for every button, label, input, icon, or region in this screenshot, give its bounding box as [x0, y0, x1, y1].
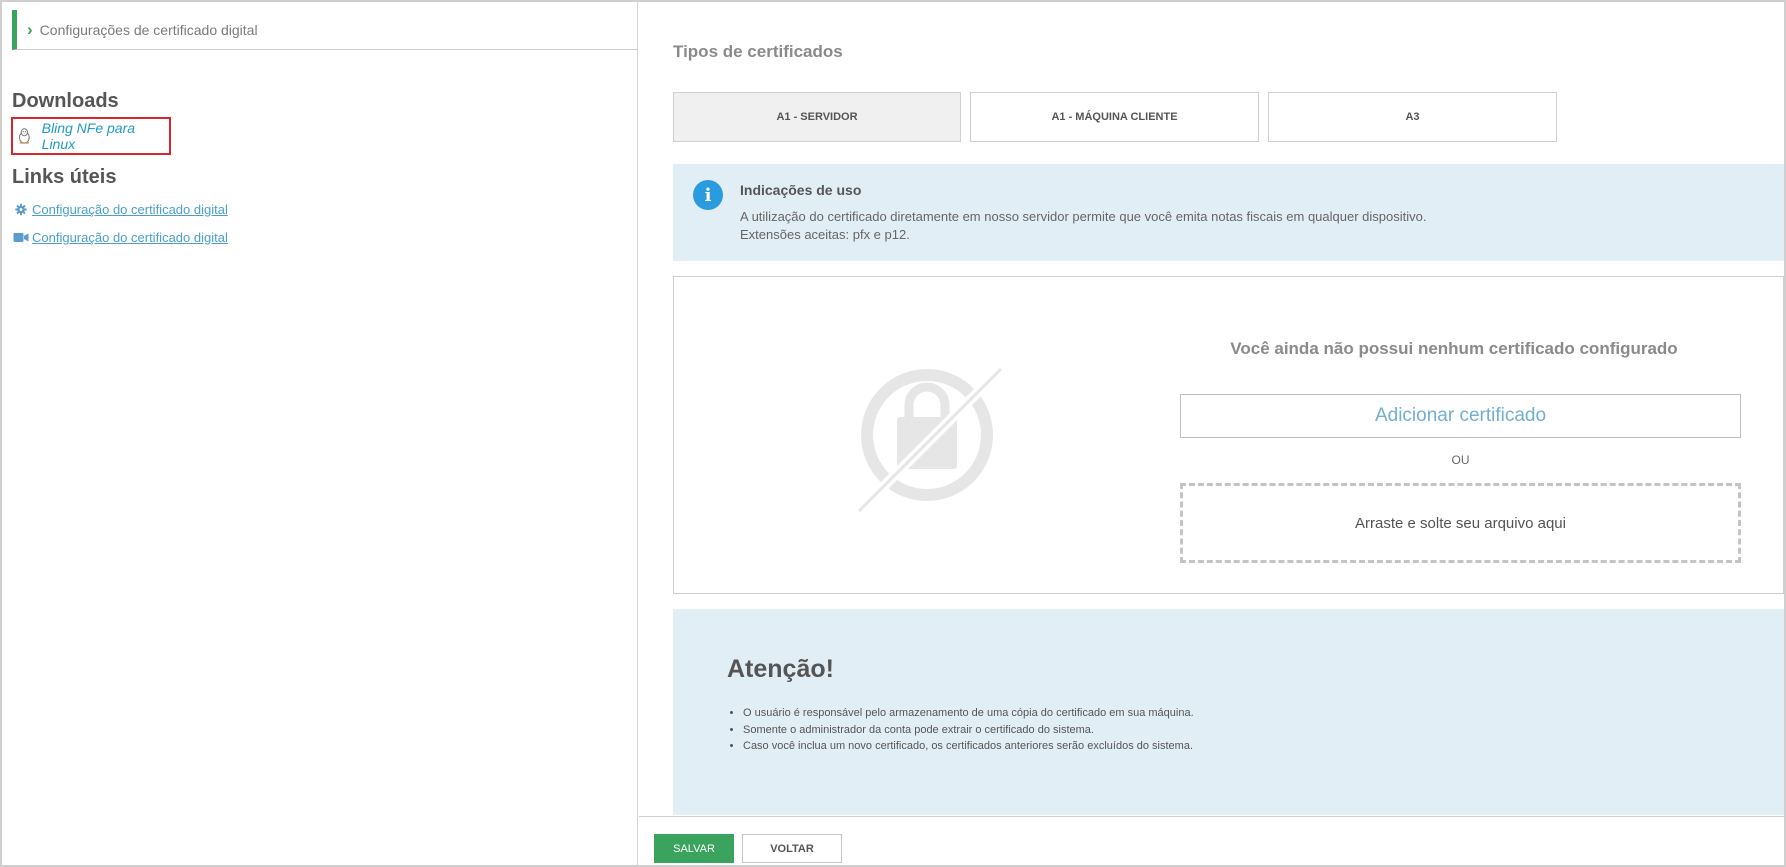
useful-links-heading: Links úteis [12, 166, 117, 188]
attention-panel: Atenção! O usuário é responsável pelo ar… [673, 609, 1784, 815]
tab-a3[interactable]: A3 [1268, 92, 1557, 142]
no-certificate-lock-icon [855, 365, 1005, 515]
certificate-box: Você ainda não possui nenhum certificado… [673, 276, 1784, 594]
linux-penguin-icon [18, 128, 30, 144]
right-panel: Tipos de certificados A1 - SERVIDOR A1 -… [639, 2, 1784, 865]
attention-item: Somente o administrador da conta pode ex… [743, 722, 1194, 739]
download-link-linux[interactable]: Bling NFe para Linux [11, 117, 171, 155]
or-separator: OU [1451, 453, 1470, 467]
gear-icon [15, 203, 27, 216]
useful-link-label-2[interactable]: Configuração do certificado digital [32, 230, 228, 245]
usage-info-line: Extensões aceitas: pfx e p12. [740, 227, 910, 242]
footer-bar: SALVAR VOLTAR [639, 816, 1784, 865]
usage-info-title: Indicações de uso [740, 182, 862, 198]
breadcrumb-label: Configurações de certificado digital [39, 21, 258, 38]
save-button[interactable]: SALVAR [654, 834, 734, 863]
tab-a1-servidor[interactable]: A1 - SERVIDOR [673, 92, 961, 142]
breadcrumb[interactable]: › Configurações de certificado digital [12, 10, 638, 50]
left-panel: › Configurações de certificado digital D… [2, 2, 638, 865]
usage-info-line: A utilização do certificado diretamente … [740, 209, 1427, 224]
back-button[interactable]: VOLTAR [742, 834, 842, 863]
certificate-types-title: Tipos de certificados [673, 42, 843, 61]
useful-link-gear[interactable]: Configuração do certificado digital [13, 202, 228, 217]
add-certificate-button[interactable]: Adicionar certificado [1180, 394, 1741, 438]
chevron-right-icon: › [27, 20, 33, 39]
attention-item: Caso você inclua um novo certificado, os… [743, 738, 1194, 755]
attention-list: O usuário é responsável pelo armazenamen… [743, 705, 1194, 755]
attention-title: Atenção! [727, 655, 834, 683]
downloads-heading: Downloads [12, 90, 119, 112]
useful-link-video[interactable]: Configuração do certificado digital [13, 230, 228, 245]
info-icon: i [693, 180, 723, 210]
attention-item: O usuário é responsável pelo armazenamen… [743, 705, 1194, 722]
tab-a1-maquina-cliente[interactable]: A1 - MÁQUINA CLIENTE [970, 92, 1259, 142]
empty-state-title: Você ainda não possui nenhum certificado… [1230, 339, 1678, 358]
file-dropzone[interactable]: Arraste e solte seu arquivo aqui [1180, 483, 1741, 563]
download-link-label[interactable]: Bling NFe para Linux [42, 120, 169, 152]
usage-info-text: A utilização do certificado diretamente … [740, 208, 1426, 244]
video-camera-icon [13, 233, 29, 242]
usage-info-panel: i Indicações de uso A utilização do cert… [673, 164, 1784, 261]
useful-link-label-1[interactable]: Configuração do certificado digital [32, 202, 228, 217]
